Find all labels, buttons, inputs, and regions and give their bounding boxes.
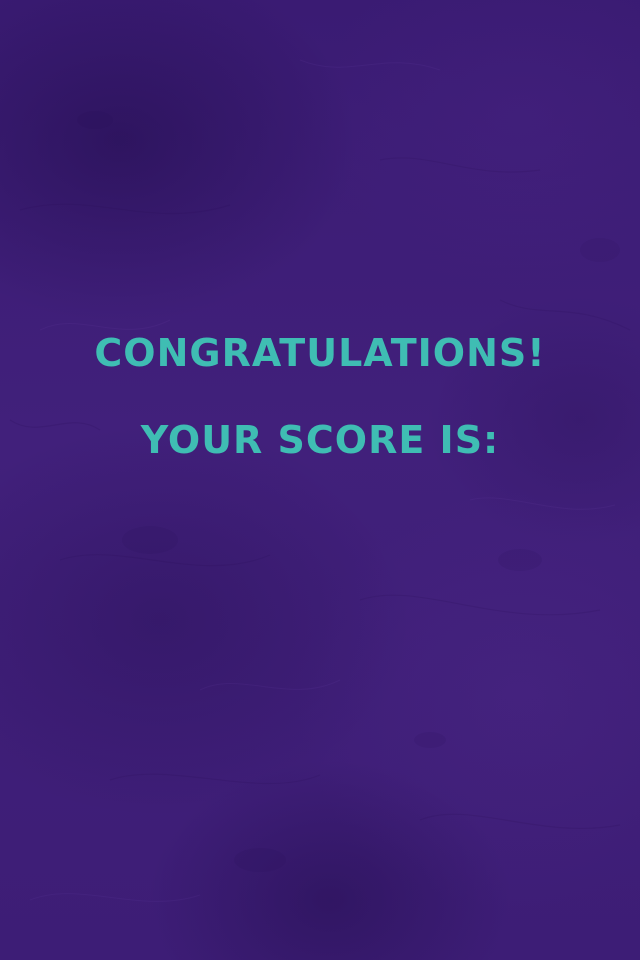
result-screen: CONGRATULATIONS! YOUR SCORE IS: <box>0 0 640 960</box>
score-label: YOUR SCORE IS: <box>140 418 500 462</box>
congratulations-heading: CONGRATULATIONS! <box>94 331 546 375</box>
grunge-texture-background <box>9 59 631 902</box>
